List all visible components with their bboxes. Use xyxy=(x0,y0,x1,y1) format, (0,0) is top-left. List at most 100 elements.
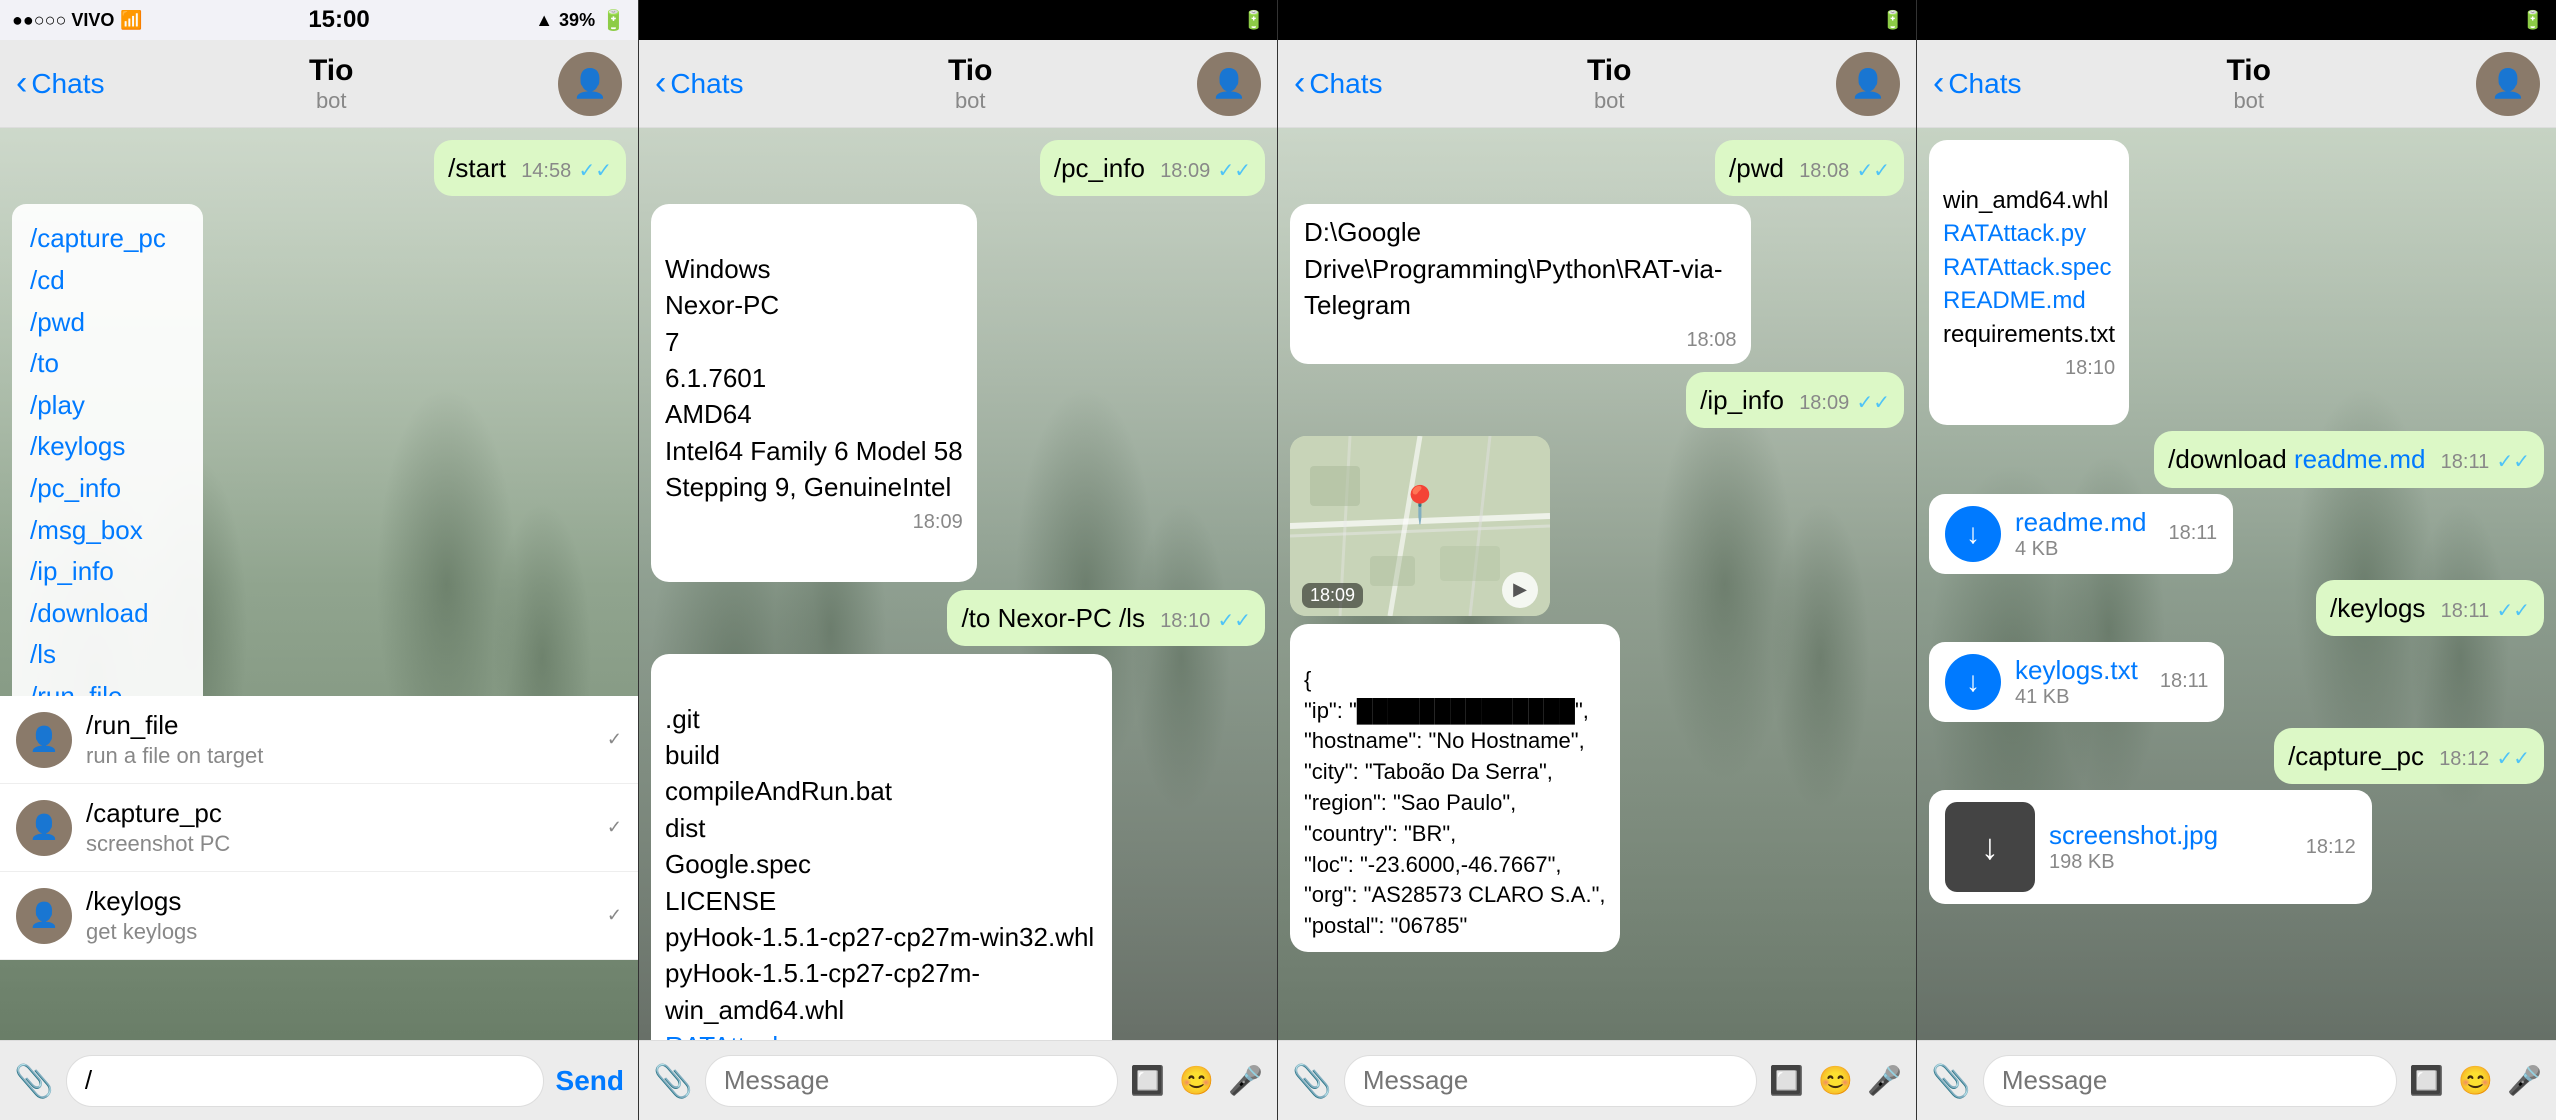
msg-capturepc-cmd-time: 18:12 xyxy=(2439,748,2489,770)
attach-icon-4[interactable]: 📎 xyxy=(1931,1062,1971,1100)
sticker-icon-2[interactable]: 🔲 xyxy=(1130,1064,1165,1097)
list-item-capturepc[interactable]: 👤 /capture_pc screenshot PC ✓ xyxy=(0,784,638,872)
map-pin: 📍 xyxy=(1398,484,1443,526)
back-button-2[interactable]: ‹ Chats xyxy=(655,64,743,103)
message-input-2[interactable] xyxy=(705,1055,1119,1107)
list-item-keylogs[interactable]: 👤 /keylogs get keylogs ✓ xyxy=(0,872,638,960)
msg-pcinfo-check: ✓✓ xyxy=(1217,160,1251,182)
send-button-1[interactable]: Send xyxy=(556,1065,624,1097)
keylogs-download-icon[interactable]: ↓ xyxy=(1945,654,2001,710)
nav-title-2: Tio xyxy=(948,54,992,88)
map-forward-icon[interactable]: ▶ xyxy=(1502,572,1538,608)
msg-files: win_amd64.whl RATAttack.py RATAttack.spe… xyxy=(1929,140,2129,425)
list-preview-runfile: run a file on target xyxy=(86,743,593,769)
back-label-4[interactable]: Chats xyxy=(1948,68,2021,100)
cmd-msgbox: /msg_box xyxy=(30,510,185,552)
back-label-2[interactable]: Chats xyxy=(670,68,743,100)
msg-ls-time: 18:10 xyxy=(1160,610,1210,632)
attach-icon-1[interactable]: 📎 xyxy=(14,1062,54,1100)
ratattack-py-link[interactable]: RATAttack.py xyxy=(1943,220,2086,247)
signal-icon-1: ▲ xyxy=(535,10,553,31)
msg-row-start: /start 14:58 ✓✓ xyxy=(12,140,626,196)
panel-4: ●●○○○ VIVO 4G 18:12 ▲ 16% 🔋 ‹ Chats Tio … xyxy=(1917,0,2556,1120)
msg-row-keylogs-dl: ↓ keylogs.txt 41 KB 18:11 xyxy=(1929,642,2544,722)
msg-keylogs-cmd: /keylogs 18:11 ✓✓ xyxy=(2316,580,2544,636)
message-input-3[interactable] xyxy=(1344,1055,1758,1107)
emoji-icon-3[interactable]: 😊 xyxy=(1818,1064,1853,1097)
nav-avatar-4[interactable]: 👤 xyxy=(2476,52,2540,116)
panel-3: ●●○○○ VIVO 4G 18:09 ▲ 17% 🔋 ‹ Chats Tio … xyxy=(1278,0,1917,1120)
emoji-icon-4[interactable]: 😊 xyxy=(2458,1064,2493,1097)
list-check-runfile: ✓ xyxy=(607,729,622,750)
chat-messages-4: win_amd64.whl RATAttack.py RATAttack.spe… xyxy=(1917,128,2556,1040)
emoji-icon-2[interactable]: 😊 xyxy=(1179,1064,1214,1097)
status-time-3: 18:09 xyxy=(1589,6,1650,34)
back-button-1[interactable]: ‹ Chats xyxy=(16,64,104,103)
status-right-2: ▲ 16% 🔋 xyxy=(1179,10,1265,31)
list-right-keylogs: ✓ xyxy=(607,905,622,926)
screenshot-filesize: 198 KB xyxy=(2049,851,2284,874)
attach-icon-3[interactable]: 📎 xyxy=(1292,1062,1332,1100)
msg-row-ls-resp: .git build compileAndRun.bat dist Google… xyxy=(651,654,1265,1040)
back-label-3[interactable]: Chats xyxy=(1309,68,1382,100)
nav-avatar-2[interactable]: 👤 xyxy=(1197,52,1261,116)
readme-link[interactable]: README.md xyxy=(1943,287,2086,314)
msg-row-capturepc-cmd: /capture_pc 18:12 ✓✓ xyxy=(1929,728,2544,784)
msg-row-keylogs-cmd: /keylogs 18:11 ✓✓ xyxy=(1929,580,2544,636)
msg-download-cmd: /download readme.md 18:11 ✓✓ xyxy=(2154,431,2544,487)
readme-download-link[interactable]: readme.md xyxy=(2294,444,2426,474)
nav-subtitle-3: bot xyxy=(1594,88,1625,114)
screenshot-download-icon[interactable]: ↓ xyxy=(1945,802,2035,892)
map-bubble[interactable]: 📍 18:09 ▶ xyxy=(1290,436,1550,616)
msg-row-screenshot-dl: ↓ screenshot.jpg 198 KB 18:12 xyxy=(1929,790,2544,904)
keylogs-dl-time: 18:11 xyxy=(2160,670,2209,693)
chat-area-1: /start 14:58 ✓✓ /capture_pc /cd /pwd /to… xyxy=(0,128,638,1040)
message-input-4[interactable] xyxy=(1983,1055,2398,1107)
sticker-icon-3[interactable]: 🔲 xyxy=(1769,1064,1804,1097)
nav-subtitle-4: bot xyxy=(2233,88,2264,114)
readme-download-icon[interactable]: ↓ xyxy=(1945,506,2001,562)
status-left-2: ●●○○○ VIVO 4G xyxy=(651,10,782,31)
status-bar-2: ●●○○○ VIVO 4G 18:11 ▲ 16% 🔋 xyxy=(639,0,1277,40)
wifi-icon-1: 📶 xyxy=(120,10,142,31)
chevron-left-icon-2: ‹ xyxy=(655,64,666,103)
msg-download-cmd-check: ✓✓ xyxy=(2496,451,2530,473)
list-content-keylogs: /keylogs get keylogs xyxy=(86,886,593,945)
nav-bar-2: ‹ Chats Tio bot 👤 xyxy=(639,40,1277,128)
readme-download-bubble[interactable]: ↓ readme.md 4 KB 18:11 xyxy=(1929,494,2233,574)
mic-icon-4[interactable]: 🎤 xyxy=(2507,1064,2542,1097)
ratattack-spec-link[interactable]: RATAttack.spec xyxy=(1943,254,2112,281)
battery-pct-1: 39% xyxy=(559,10,595,31)
back-label-1[interactable]: Chats xyxy=(31,68,104,100)
msg-pcinfo-text: /pc_info xyxy=(1054,153,1145,183)
input-icons-2: 🔲 😊 🎤 xyxy=(1130,1064,1263,1097)
sticker-icon-4[interactable]: 🔲 xyxy=(2409,1064,2444,1097)
msg-start: /start 14:58 ✓✓ xyxy=(434,140,626,196)
list-item-runfile[interactable]: 👤 /run_file run a file on target ✓ xyxy=(0,696,638,784)
msg-ls-resp-text: .git build compileAndRun.bat dist Google… xyxy=(665,704,1094,1040)
msg-capturepc-cmd-text: /capture_pc xyxy=(2288,741,2424,771)
nav-avatar-1[interactable]: 👤 xyxy=(558,52,622,116)
screenshot-download-bubble[interactable]: ↓ screenshot.jpg 198 KB 18:12 xyxy=(1929,790,2372,904)
mic-icon-2[interactable]: 🎤 xyxy=(1228,1064,1263,1097)
readme-download-info: readme.md 4 KB xyxy=(2015,507,2147,561)
back-button-4[interactable]: ‹ Chats xyxy=(1933,64,2021,103)
msg-row-readme-dl: ↓ readme.md 4 KB 18:11 xyxy=(1929,494,2544,574)
nav-title-4: Tio xyxy=(2227,54,2271,88)
msg-row-pcinfo-resp: Windows Nexor-PC 7 6.1.7601 AMD64 Intel6… xyxy=(651,204,1265,582)
list-check-keylogs: ✓ xyxy=(607,905,622,926)
ratattack-link[interactable]: RATAttack.py xyxy=(665,1031,820,1040)
msg-pcinfo-resp: Windows Nexor-PC 7 6.1.7601 AMD64 Intel6… xyxy=(651,204,977,582)
keylogs-download-bubble[interactable]: ↓ keylogs.txt 41 KB 18:11 xyxy=(1929,642,2224,722)
cmd-cd: /cd xyxy=(30,260,185,302)
msg-pcinfo-resp-text: Windows Nexor-PC 7 6.1.7601 AMD64 Intel6… xyxy=(665,254,963,502)
nav-avatar-3[interactable]: 👤 xyxy=(1836,52,1900,116)
mic-icon-3[interactable]: 🎤 xyxy=(1867,1064,1902,1097)
message-input-1[interactable] xyxy=(66,1055,544,1107)
list-name-capturepc: /capture_pc xyxy=(86,798,593,829)
chat-list-bottom: 👤 /run_file run a file on target ✓ 👤 /ca… xyxy=(0,696,638,960)
msg-pcinfo-time: 18:09 xyxy=(1160,160,1210,182)
back-button-3[interactable]: ‹ Chats xyxy=(1294,64,1382,103)
attach-icon-2[interactable]: 📎 xyxy=(653,1062,693,1100)
panel-1: ●●○○○ VIVO 📶 15:00 ▲ 39% 🔋 ‹ Chats Tio b… xyxy=(0,0,639,1120)
